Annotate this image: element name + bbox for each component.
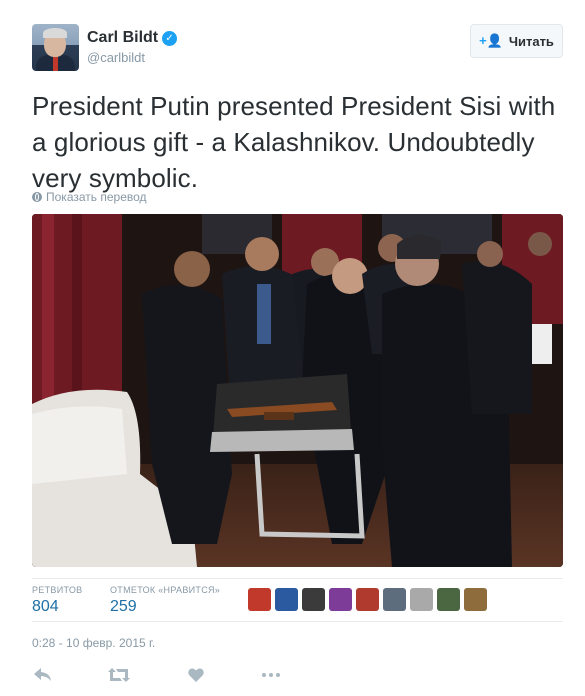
liker-avatar[interactable] — [248, 588, 271, 611]
liker-avatar[interactable] — [329, 588, 352, 611]
likes-label: ОТМЕТОК «НРАВИТСЯ» — [110, 585, 221, 595]
liker-avatar[interactable] — [383, 588, 406, 611]
liker-avatar[interactable] — [410, 588, 433, 611]
liker-avatars — [248, 588, 487, 611]
tweet-header: Carl Bildt ✓ @carlbildt +👤 Читать — [32, 24, 563, 72]
liker-avatar[interactable] — [437, 588, 460, 611]
likes-count: 259 — [110, 598, 137, 615]
tweet-timestamp[interactable]: 0:28 - 10 февр. 2015 г. — [32, 636, 155, 650]
liker-avatar[interactable] — [356, 588, 379, 611]
reply-icon[interactable] — [32, 664, 54, 686]
retweets-count: 804 — [32, 598, 59, 615]
display-name[interactable]: Carl Bildt ✓ — [87, 29, 178, 47]
retweet-icon[interactable] — [108, 664, 130, 686]
liker-avatar[interactable] — [464, 588, 487, 611]
globe-icon — [32, 192, 42, 202]
translate-link[interactable]: Показать перевод — [32, 190, 147, 204]
like-icon[interactable] — [185, 664, 207, 686]
follow-user-icon: +👤 — [479, 33, 503, 48]
user-info: Carl Bildt ✓ @carlbildt — [87, 29, 178, 65]
tweet-stats: РЕТВИТОВ 804 ОТМЕТОК «НРАВИТСЯ» 259 — [32, 578, 563, 622]
tweet-text: President Putin presented President Sisi… — [32, 91, 556, 193]
follow-button[interactable]: +👤 Читать — [470, 24, 563, 58]
photo-scene — [32, 214, 563, 567]
retweets-stat[interactable]: РЕТВИТОВ 804 — [32, 585, 82, 616]
tweet-actions — [32, 664, 332, 686]
follow-button-label: Читать — [508, 33, 554, 49]
avatar[interactable] — [32, 24, 79, 71]
tweet-photo[interactable] — [32, 214, 563, 567]
liker-avatar[interactable] — [275, 588, 298, 611]
liker-avatar[interactable] — [302, 588, 325, 611]
user-handle[interactable]: @carlbildt — [87, 50, 177, 65]
display-name-text[interactable]: Carl Bildt — [87, 29, 158, 47]
retweets-label: РЕТВИТОВ — [32, 585, 83, 595]
verified-badge-icon: ✓ — [162, 30, 178, 46]
more-icon[interactable] — [260, 664, 282, 686]
likes-stat[interactable]: ОТМЕТОК «НРАВИТСЯ» 259 — [110, 585, 220, 616]
translate-label: Показать перевод — [46, 190, 147, 204]
